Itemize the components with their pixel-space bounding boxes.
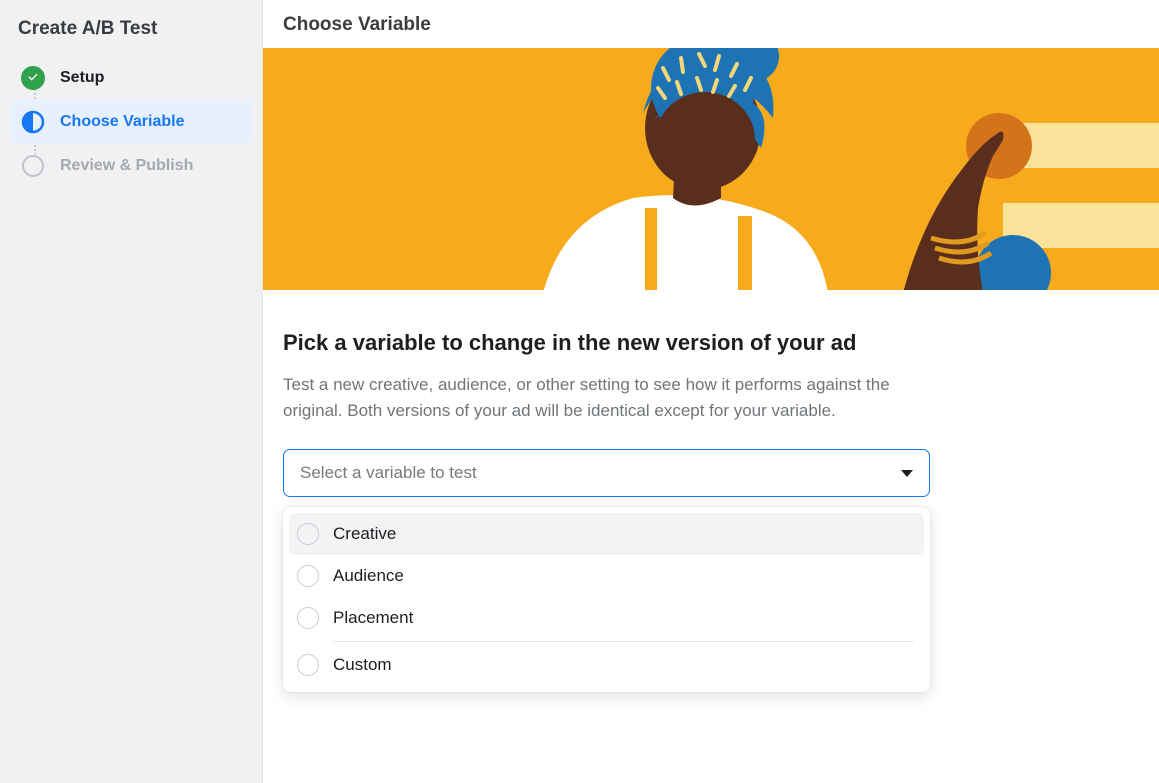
step-label: Review & Publish — [60, 157, 193, 175]
step-setup[interactable]: Setup — [10, 56, 252, 100]
content-title: Pick a variable to change in the new ver… — [283, 330, 1139, 356]
variable-dropdown: Creative Audience Placement Custom — [283, 507, 930, 692]
app-root: Create A/B Test Setup — [0, 0, 1159, 783]
step-choose-variable[interactable]: Choose Variable — [10, 100, 252, 144]
step-label: Choose Variable — [60, 113, 185, 131]
option-custom[interactable]: Custom — [289, 644, 924, 686]
check-circle-icon — [21, 66, 45, 90]
empty-circle-icon — [21, 154, 45, 178]
radio-icon — [297, 565, 319, 587]
step-review-publish[interactable]: Review & Publish — [10, 144, 252, 188]
radio-icon — [297, 523, 319, 545]
option-label: Creative — [333, 524, 396, 544]
page-title: Choose Variable — [263, 0, 1159, 48]
radio-icon — [297, 607, 319, 629]
step-list: Setup Choose Variable — [10, 56, 252, 188]
option-audience[interactable]: Audience — [289, 555, 924, 597]
option-separator — [333, 641, 914, 642]
option-label: Custom — [333, 655, 392, 675]
option-creative[interactable]: Creative — [289, 513, 924, 555]
sidebar-title: Create A/B Test — [10, 14, 252, 56]
hero-illustration — [263, 48, 1159, 290]
variable-select[interactable]: Select a variable to test — [283, 449, 930, 497]
chevron-down-icon — [901, 470, 913, 477]
content-description: Test a new creative, audience, or other … — [283, 372, 923, 423]
option-placement[interactable]: Placement — [289, 597, 924, 639]
sidebar: Create A/B Test Setup — [0, 0, 262, 783]
option-label: Audience — [333, 566, 404, 586]
step-label: Setup — [60, 69, 104, 87]
option-label: Placement — [333, 608, 413, 628]
select-placeholder: Select a variable to test — [300, 463, 477, 483]
radio-icon — [297, 654, 319, 676]
main-panel: Choose Variable — [262, 0, 1159, 783]
content-area: Pick a variable to change in the new ver… — [263, 290, 1159, 712]
half-circle-icon — [21, 110, 45, 134]
